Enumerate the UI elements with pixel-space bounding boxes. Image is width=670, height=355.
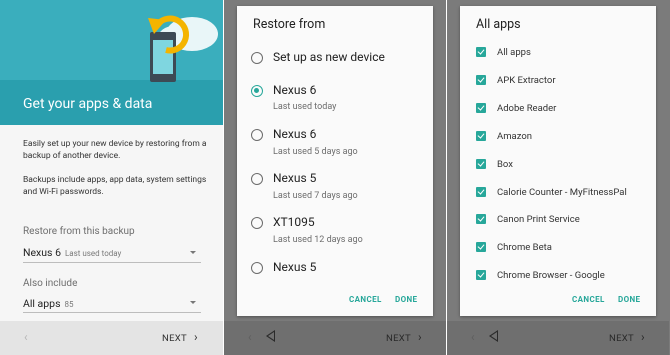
checkbox-checked-icon[interactable] bbox=[476, 47, 486, 57]
restore-value: Nexus 6 bbox=[23, 246, 61, 259]
option-sub: Last used 7 days ago bbox=[273, 191, 358, 201]
option-label[interactable]: Set up as new device bbox=[273, 50, 385, 64]
apps-dialog: All apps All apps APK Extractor Adobe Re… bbox=[460, 6, 656, 316]
checkbox-checked-icon[interactable] bbox=[476, 131, 486, 141]
chevron-down-icon bbox=[190, 301, 196, 304]
checkbox-checked-icon[interactable] bbox=[476, 159, 486, 169]
dialog-title: Restore from bbox=[253, 17, 326, 32]
checkbox-checked-icon[interactable] bbox=[476, 75, 486, 85]
option-label[interactable]: Nexus 6 bbox=[273, 83, 316, 97]
setup-screen: Get your apps & data Easily set up your … bbox=[0, 0, 223, 355]
panel-divider bbox=[223, 0, 224, 355]
checkbox-checked-icon[interactable] bbox=[476, 103, 486, 113]
wizard-navbar: ‹ NEXT › bbox=[447, 321, 669, 355]
back-triangle-icon[interactable] bbox=[489, 330, 498, 342]
radio-icon[interactable] bbox=[251, 85, 263, 97]
restore-sub: Last used today bbox=[64, 249, 122, 258]
wizard-navbar: ‹ NEXT › bbox=[0, 321, 223, 355]
restore-label: Restore from this backup bbox=[23, 226, 135, 237]
app-label[interactable]: APK Extractor bbox=[497, 75, 556, 86]
back-triangle-icon[interactable] bbox=[266, 330, 275, 342]
radio-icon[interactable] bbox=[251, 217, 263, 229]
all-apps-screen: All apps All apps APK Extractor Adobe Re… bbox=[447, 0, 670, 355]
restore-dropdown[interactable]: Nexus 6 Last used today bbox=[23, 246, 121, 259]
option-label[interactable]: XT1095 bbox=[273, 215, 315, 229]
radio-icon[interactable] bbox=[251, 173, 263, 185]
include-value: All apps bbox=[23, 297, 61, 310]
include-label: Also include bbox=[23, 278, 78, 289]
app-label[interactable]: Calorie Counter - MyFitnessPal bbox=[497, 187, 627, 198]
app-label[interactable]: All apps bbox=[497, 47, 531, 58]
checkbox-checked-icon[interactable] bbox=[476, 242, 486, 252]
app-label[interactable]: Canon Print Service bbox=[497, 214, 580, 225]
chevron-right-icon: › bbox=[194, 330, 198, 344]
app-label[interactable]: Chrome Browser - Google bbox=[497, 270, 605, 281]
app-label[interactable]: Chrome Beta bbox=[497, 242, 552, 253]
option-sub: Last used 5 days ago bbox=[273, 147, 358, 157]
option-sub: Last used today bbox=[273, 102, 337, 112]
option-label[interactable]: Nexus 5 bbox=[273, 260, 316, 274]
next-button[interactable]: NEXT bbox=[386, 333, 411, 344]
done-button[interactable]: DONE bbox=[618, 295, 640, 304]
hero-banner: Get your apps & data bbox=[0, 0, 223, 125]
radio-icon[interactable] bbox=[251, 52, 263, 64]
prev-icon[interactable]: ‹ bbox=[471, 330, 475, 344]
radio-icon[interactable] bbox=[251, 262, 263, 274]
cloud-phone-restore-icon bbox=[148, 15, 218, 82]
include-dropdown[interactable]: All apps 85 bbox=[23, 297, 73, 310]
chevron-right-icon: › bbox=[641, 330, 645, 344]
checkbox-checked-icon[interactable] bbox=[476, 187, 486, 197]
prev-icon[interactable]: ‹ bbox=[24, 330, 28, 344]
details-text: Backups include apps, app data, system s… bbox=[23, 175, 207, 197]
intro-text: Easily set up your new device by restori… bbox=[23, 139, 207, 161]
chevron-right-icon: › bbox=[418, 330, 422, 344]
radio-icon[interactable] bbox=[251, 129, 263, 141]
option-label[interactable]: Nexus 6 bbox=[273, 127, 316, 141]
done-button[interactable]: DONE bbox=[395, 295, 417, 304]
page-title: Get your apps & data bbox=[23, 96, 153, 112]
app-label[interactable]: Box bbox=[497, 159, 513, 170]
chevron-down-icon bbox=[190, 251, 196, 254]
next-button[interactable]: NEXT bbox=[609, 333, 634, 344]
option-sub: Last used 12 days ago bbox=[273, 235, 363, 245]
restore-underline bbox=[23, 262, 201, 263]
checkbox-checked-icon[interactable] bbox=[476, 270, 486, 280]
app-label[interactable]: Amazon bbox=[497, 131, 532, 142]
wizard-navbar: ‹ NEXT › bbox=[224, 321, 446, 355]
option-label[interactable]: Nexus 5 bbox=[273, 171, 316, 185]
restore-dialog: Restore from Set up as new device Nexus … bbox=[237, 6, 433, 316]
cancel-button[interactable]: CANCEL bbox=[349, 295, 382, 304]
dialog-title: All apps bbox=[476, 17, 521, 32]
include-underline bbox=[23, 312, 201, 313]
include-count: 85 bbox=[64, 300, 74, 309]
prev-icon[interactable]: ‹ bbox=[248, 330, 252, 344]
panel-divider bbox=[446, 0, 447, 355]
app-label[interactable]: Adobe Reader bbox=[497, 103, 556, 114]
next-button[interactable]: NEXT bbox=[162, 333, 187, 344]
restore-from-screen: Restore from Set up as new device Nexus … bbox=[224, 0, 446, 355]
cancel-button[interactable]: CANCEL bbox=[572, 295, 605, 304]
checkbox-checked-icon[interactable] bbox=[476, 214, 486, 224]
